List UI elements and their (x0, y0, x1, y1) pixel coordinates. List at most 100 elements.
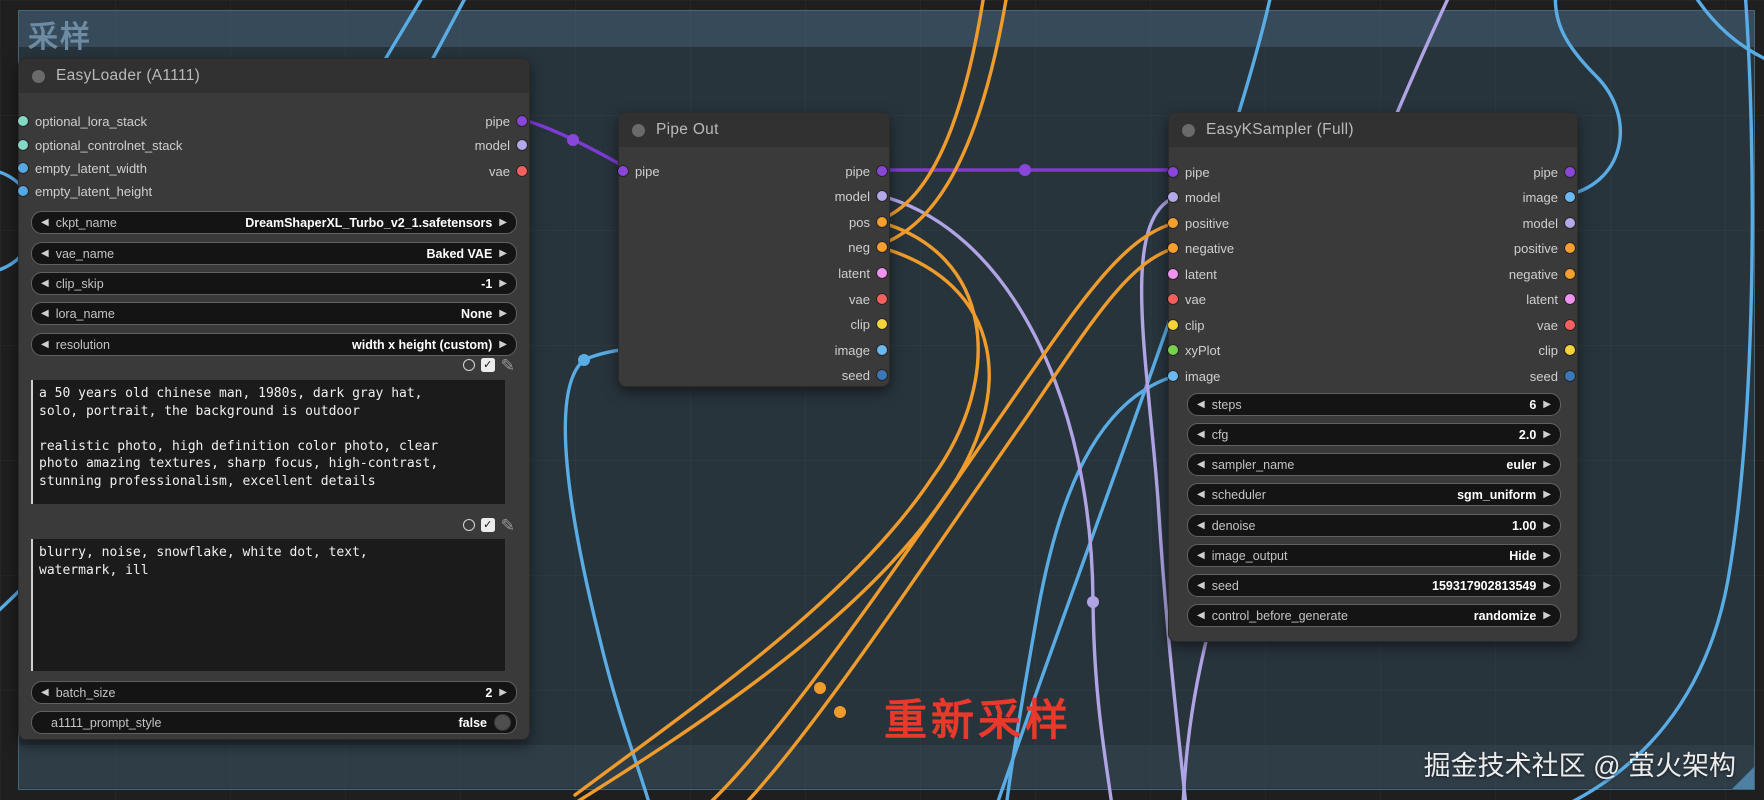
enable-checkbox-icon[interactable]: ✓ (480, 518, 495, 532)
widget-batch-size[interactable]: ◀ batch_size 2 ▶ (31, 681, 517, 704)
node-easyksampler-titlebar[interactable]: EasyKSampler (Full) (1169, 113, 1577, 147)
prev-arrow-icon[interactable]: ◀ (1197, 550, 1205, 561)
port-dot-icon[interactable] (1168, 294, 1178, 304)
output-port-image[interactable]: image (1523, 187, 1575, 207)
prev-arrow-icon[interactable]: ◀ (41, 217, 49, 228)
node-easyksampler[interactable]: EasyKSampler (Full) pipe model positive … (1168, 112, 1578, 642)
port-dot-icon[interactable] (877, 166, 887, 176)
port-dot-icon[interactable] (18, 140, 28, 150)
input-port-pipe[interactable]: pipe (618, 161, 660, 181)
prev-arrow-icon[interactable]: ◀ (1197, 429, 1205, 440)
next-arrow-icon[interactable]: ▶ (499, 278, 507, 289)
widget-ckpt-name[interactable]: ◀ ckpt_name DreamShaperXL_Turbo_v2_1.saf… (31, 211, 517, 234)
next-arrow-icon[interactable]: ▶ (1543, 580, 1551, 591)
next-arrow-icon[interactable]: ▶ (1543, 399, 1551, 410)
node-easyloader-titlebar[interactable]: EasyLoader (A1111) (19, 59, 529, 93)
port-dot-icon[interactable] (1168, 243, 1178, 253)
next-arrow-icon[interactable]: ▶ (499, 308, 507, 319)
port-dot-icon[interactable] (877, 370, 887, 380)
port-dot-icon[interactable] (1168, 320, 1178, 330)
input-port-negative[interactable]: negative (1168, 238, 1234, 258)
output-port-clip[interactable]: clip (1538, 340, 1575, 360)
node-graph-canvas[interactable]: 采样 EasyLoader (A1111) optional_lora_stac… (0, 0, 1764, 800)
input-port-clip[interactable]: clip (1168, 315, 1205, 335)
input-port-latent[interactable]: latent (1168, 264, 1217, 284)
output-port-seed[interactable]: seed (842, 365, 887, 385)
next-arrow-icon[interactable]: ▶ (499, 248, 507, 259)
input-port-positive[interactable]: positive (1168, 213, 1229, 233)
input-port-model[interactable]: model (1168, 187, 1220, 207)
prev-arrow-icon[interactable]: ◀ (1197, 459, 1205, 470)
mute-radio-icon[interactable] (462, 519, 475, 531)
next-arrow-icon[interactable]: ▶ (499, 217, 507, 228)
widget-lora-name[interactable]: ◀ lora_name None ▶ (31, 302, 517, 325)
output-port-pos[interactable]: pos (849, 212, 887, 232)
input-port-empty-latent-height[interactable]: empty_latent_height (18, 181, 152, 201)
next-arrow-icon[interactable]: ▶ (1543, 429, 1551, 440)
widget-image-output[interactable]: ◀ image_output Hide ▶ (1187, 544, 1561, 567)
input-port-pipe[interactable]: pipe (1168, 162, 1210, 182)
port-dot-icon[interactable] (1565, 320, 1575, 330)
collapse-dot-icon[interactable] (1182, 123, 1195, 137)
port-dot-icon[interactable] (877, 345, 887, 355)
toggle-knob-icon[interactable] (494, 714, 511, 731)
node-pipe-out-titlebar[interactable]: Pipe Out (619, 113, 889, 147)
next-arrow-icon[interactable]: ▶ (499, 687, 507, 698)
positive-prompt-textarea[interactable]: a 50 years old chinese man, 1980s, dark … (31, 380, 505, 504)
edit-pen-icon[interactable]: ✎ (501, 517, 515, 534)
output-port-positive[interactable]: positive (1514, 238, 1575, 258)
reroute-dot-cond-1[interactable] (814, 682, 826, 694)
prev-arrow-icon[interactable]: ◀ (1197, 610, 1205, 621)
output-port-pipe[interactable]: pipe (1533, 162, 1575, 182)
prev-arrow-icon[interactable]: ◀ (1197, 399, 1205, 410)
output-port-image[interactable]: image (835, 340, 887, 360)
prev-arrow-icon[interactable]: ◀ (1197, 580, 1205, 591)
enable-checkbox-icon[interactable]: ✓ (480, 358, 495, 372)
output-port-seed[interactable]: seed (1530, 366, 1575, 386)
port-dot-icon[interactable] (877, 268, 887, 278)
prev-arrow-icon[interactable]: ◀ (41, 278, 49, 289)
port-dot-icon[interactable] (517, 140, 527, 150)
port-dot-icon[interactable] (1565, 371, 1575, 381)
port-dot-icon[interactable] (1565, 345, 1575, 355)
widget-scheduler[interactable]: ◀ scheduler sgm_uniform ▶ (1187, 483, 1561, 506)
port-dot-icon[interactable] (1565, 192, 1575, 202)
output-port-vae[interactable]: vae (849, 289, 887, 309)
output-port-negative[interactable]: negative (1509, 264, 1575, 284)
widget-clip-skip[interactable]: ◀ clip_skip -1 ▶ (31, 272, 517, 295)
port-dot-icon[interactable] (1168, 167, 1178, 177)
reroute-dot-image[interactable] (578, 354, 590, 366)
port-dot-icon[interactable] (1565, 167, 1575, 177)
reroute-dot-model[interactable] (1087, 596, 1099, 608)
output-port-pipe[interactable]: pipe (845, 161, 887, 181)
widget-vae-name[interactable]: ◀ vae_name Baked VAE ▶ (31, 242, 517, 265)
port-dot-icon[interactable] (877, 319, 887, 329)
port-dot-icon[interactable] (1168, 371, 1178, 381)
port-dot-icon[interactable] (1168, 192, 1178, 202)
next-arrow-icon[interactable]: ▶ (1543, 489, 1551, 500)
mute-radio-icon[interactable] (462, 359, 475, 371)
prev-arrow-icon[interactable]: ◀ (1197, 520, 1205, 531)
output-port-neg[interactable]: neg (848, 237, 887, 257)
port-dot-icon[interactable] (18, 116, 28, 126)
output-port-pipe[interactable]: pipe (485, 111, 527, 131)
port-dot-icon[interactable] (1168, 269, 1178, 279)
prev-arrow-icon[interactable]: ◀ (41, 339, 49, 350)
port-dot-icon[interactable] (1565, 243, 1575, 253)
port-dot-icon[interactable] (877, 191, 887, 201)
next-arrow-icon[interactable]: ▶ (1543, 550, 1551, 561)
input-port-optional-lora-stack[interactable]: optional_lora_stack (18, 111, 147, 131)
port-dot-icon[interactable] (1168, 218, 1178, 228)
collapse-dot-icon[interactable] (632, 123, 645, 137)
port-dot-icon[interactable] (1565, 218, 1575, 228)
next-arrow-icon[interactable]: ▶ (1543, 610, 1551, 621)
widget-seed[interactable]: ◀ seed 159317902813549 ▶ (1187, 574, 1561, 597)
port-dot-icon[interactable] (18, 163, 28, 173)
reroute-dot-cond-2[interactable] (834, 706, 846, 718)
widget-denoise[interactable]: ◀ denoise 1.00 ▶ (1187, 514, 1561, 537)
port-dot-icon[interactable] (517, 116, 527, 126)
prev-arrow-icon[interactable]: ◀ (41, 248, 49, 259)
node-easyloader[interactable]: EasyLoader (A1111) optional_lora_stack o… (18, 58, 530, 740)
port-dot-icon[interactable] (877, 294, 887, 304)
input-port-vae[interactable]: vae (1168, 289, 1206, 309)
